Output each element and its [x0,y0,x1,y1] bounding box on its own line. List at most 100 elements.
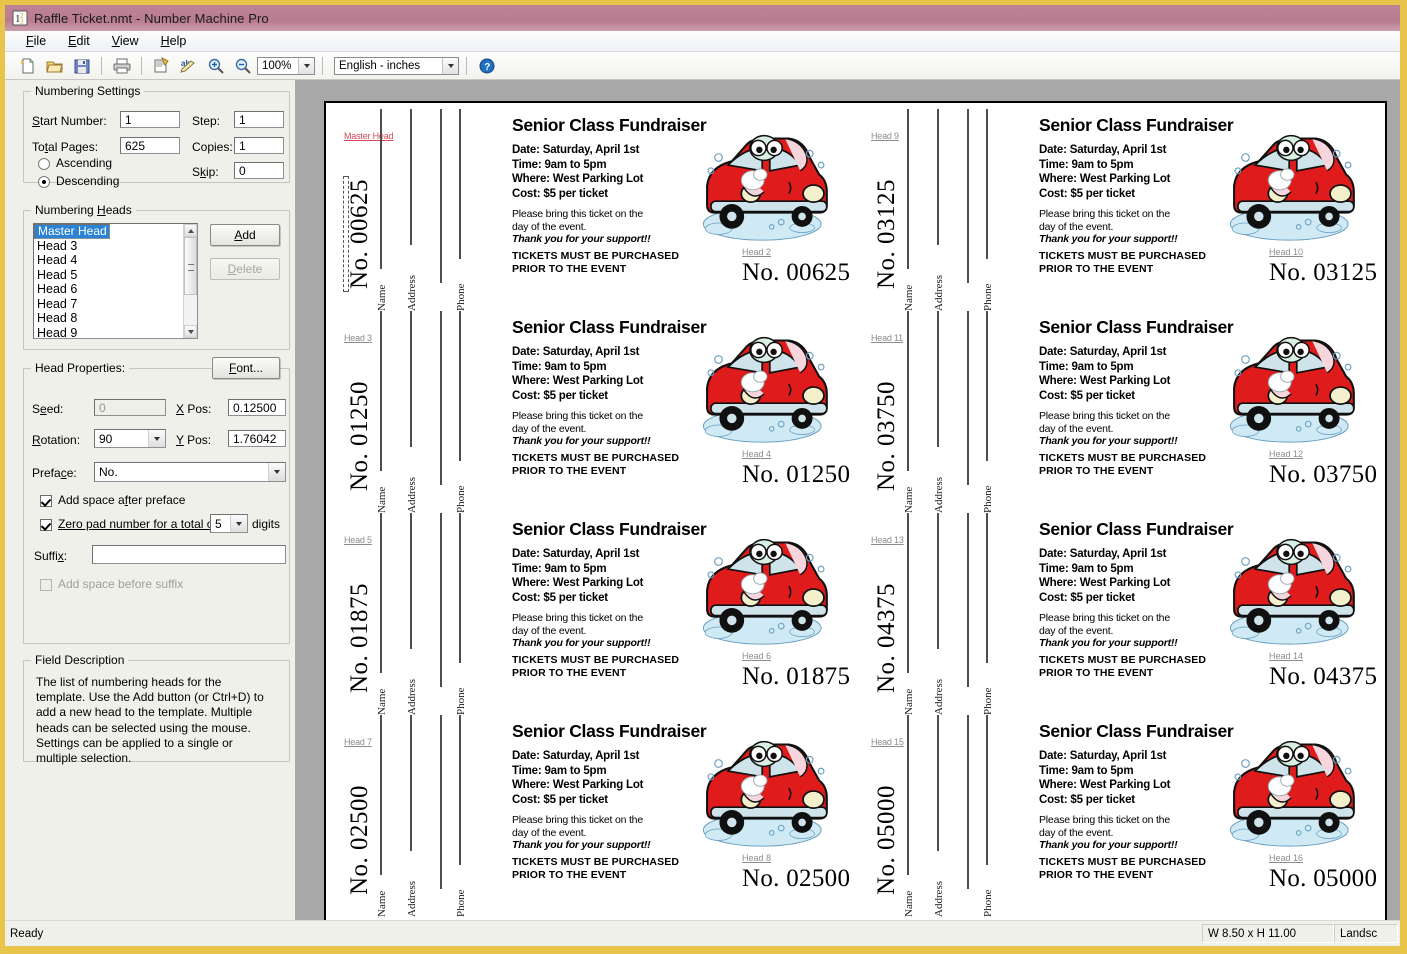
x-pos-input[interactable]: 0.12500 [228,399,286,416]
head-label: Head 14 [1269,651,1304,661]
ticket-note-line: day of the event. [1039,422,1114,435]
menu-edit[interactable]: Edit [57,32,101,50]
x-pos-label: X Pos: [176,402,212,416]
head-list-item[interactable]: Head 4 [34,253,197,268]
add-space-before-suffix-label: Add space before suffix [58,577,184,591]
ticket-details: Date: Saturday, April 1st Time: 9am to 5p… [512,143,643,201]
menu-view[interactable]: View [101,32,150,50]
head-list-item[interactable]: Master Head [34,224,110,239]
ticket-number: No. 01875 [742,663,851,690]
preface-select[interactable]: No. [94,462,286,482]
stub-rule-line [380,109,382,269]
total-pages-input[interactable]: 625 [120,137,180,154]
ticket-details: Date: Saturday, April 1st Time: 9am to 5p… [1039,547,1170,605]
ticket-detail-line: Where: West Parking Lot [512,577,644,589]
field-description-text: The list of numbering heads for the temp… [36,675,264,766]
scrollbar-thumb[interactable] [184,237,197,295]
print-icon[interactable] [109,54,134,78]
suffix-input[interactable] [92,545,286,564]
head-label: Head 9 [871,131,899,141]
step-input[interactable]: 1 [234,111,284,128]
descending-radio[interactable] [38,176,50,188]
car-wash-clipart [1217,733,1369,851]
head-list-item[interactable]: Head 6 [34,282,197,297]
ticket-note: Please bring this ticket on the day of th… [1039,410,1178,448]
chevron-down-icon[interactable] [298,57,314,74]
chevron-down-icon[interactable] [148,430,165,447]
stub-rule-line [440,715,442,889]
zero-pad-digits-value: 5 [215,516,222,531]
svg-text:?: ? [484,62,490,73]
stub-rule-line [967,513,969,687]
head-list-item[interactable]: Head 5 [34,268,197,283]
head-properties-group: Head Properties: Font... Seed: 0 X Pos: … [23,357,290,644]
ticket-note: Please bring this ticket on the day of th… [1039,612,1178,650]
scroll-up-icon[interactable] [184,224,197,237]
heads-scrollbar[interactable] [183,224,197,338]
stub-field-label: Address [406,880,418,917]
head-list-item[interactable]: Head 3 [34,239,197,254]
menu-help[interactable]: Help [150,32,198,50]
seed-label: Seed: [32,402,64,416]
y-pos-input[interactable]: 1.76042 [228,430,286,447]
delete-head-button[interactable]: Delete [210,258,280,280]
ticket-body: Senior Class Fundraiser Date: Saturday, A… [460,309,859,511]
head-list-item[interactable]: Head 7 [34,297,197,312]
zero-pad-digits-select[interactable]: 5 [210,514,248,533]
zoom-in-icon[interactable] [203,54,228,78]
menu-file[interactable]: FFileile [15,32,57,50]
ticket-number: No. 01250 [742,461,851,488]
print-preview-pane[interactable]: Master Head No. 00625 Name Address Phone Seni… [296,80,1400,920]
save-disk-icon[interactable] [69,54,94,78]
ticket-note-line: Please bring this ticket on the [1039,814,1170,826]
chevron-down-icon[interactable] [442,57,458,74]
ticket-detail-line: Cost: $5 per ticket [512,187,608,200]
open-folder-icon[interactable] [42,54,67,78]
preview-page: Master Head No. 00625 Name Address Phone Seni… [324,101,1387,920]
ticket-body: Senior Class Fundraiser Date: Saturday, A… [987,107,1386,309]
zoom-out-icon[interactable] [230,54,255,78]
ticket-must-line: PRIOR TO THE EVENT [1039,464,1154,477]
start-number-input[interactable]: 1 [120,111,180,128]
stub-rule-line [907,513,909,673]
units-combo[interactable]: English - inches [334,56,459,75]
stub-rule-line [967,311,969,485]
ticket-detail-line: Cost: $5 per ticket [1039,389,1135,402]
ticket-detail-line: Time: 9am to 5pm [512,764,607,777]
ticket-thanks: Thank you for your support!! [512,637,651,649]
zoom-level-combo[interactable]: 100% [257,56,315,75]
ticket-must-line: PRIOR TO THE EVENT [512,262,627,275]
ticket: Master Head No. 00625 Name Address Phone Seni… [332,107,859,311]
ticket-note: Please bring this ticket on the day of th… [1039,208,1178,246]
spell-check-icon[interactable]: ab [176,54,201,78]
head-list-item[interactable]: Head 9 [34,326,197,339]
ascending-radio[interactable] [38,158,50,170]
print-preview-icon[interactable] [149,54,174,78]
rotation-select[interactable]: 90 [94,429,166,448]
new-document-icon[interactable] [15,54,40,78]
ticket-body: Senior Class Fundraiser Date: Saturday, A… [460,511,859,713]
font-button[interactable]: Font... [212,357,280,379]
numbering-heads-listbox[interactable]: Master Head Head 2 Head 3 Head 4 Head 5 … [33,223,198,339]
ticket-stub: Head 3 No. 01250 Name Address Phone [332,309,467,513]
head-list-item[interactable]: Head 8 [34,311,197,326]
head-label: Head 13 [871,535,904,545]
ticket-note-line: day of the event. [512,422,587,435]
units-value: English - inches [339,59,421,72]
ticket-must-notice: TICKETS MUST BE PURCHASED PRIOR TO THE EV… [1039,452,1206,477]
add-space-after-preface-checkbox[interactable] [40,495,52,507]
chevron-down-icon[interactable] [230,515,247,532]
ticket-body: Senior Class Fundraiser Date: Saturday, A… [987,713,1386,915]
ticket-detail-line: Where: West Parking Lot [512,779,644,791]
copies-input[interactable]: 1 [234,137,284,154]
start-number-label: Start Number: [32,114,107,128]
chevron-down-icon[interactable] [268,463,285,481]
scroll-down-icon[interactable] [184,325,197,338]
zero-pad-checkbox[interactable] [40,519,52,531]
ticket: Head 7 No. 02500 Name Address Phone Senior Cl… [332,713,859,917]
help-question-icon[interactable]: ? [474,54,499,78]
add-head-button[interactable]: Add [210,224,280,246]
ticket-must-line: PRIOR TO THE EVENT [1039,868,1154,881]
skip-input[interactable]: 0 [234,162,284,179]
ticket-detail-line: Time: 9am to 5pm [512,360,607,373]
